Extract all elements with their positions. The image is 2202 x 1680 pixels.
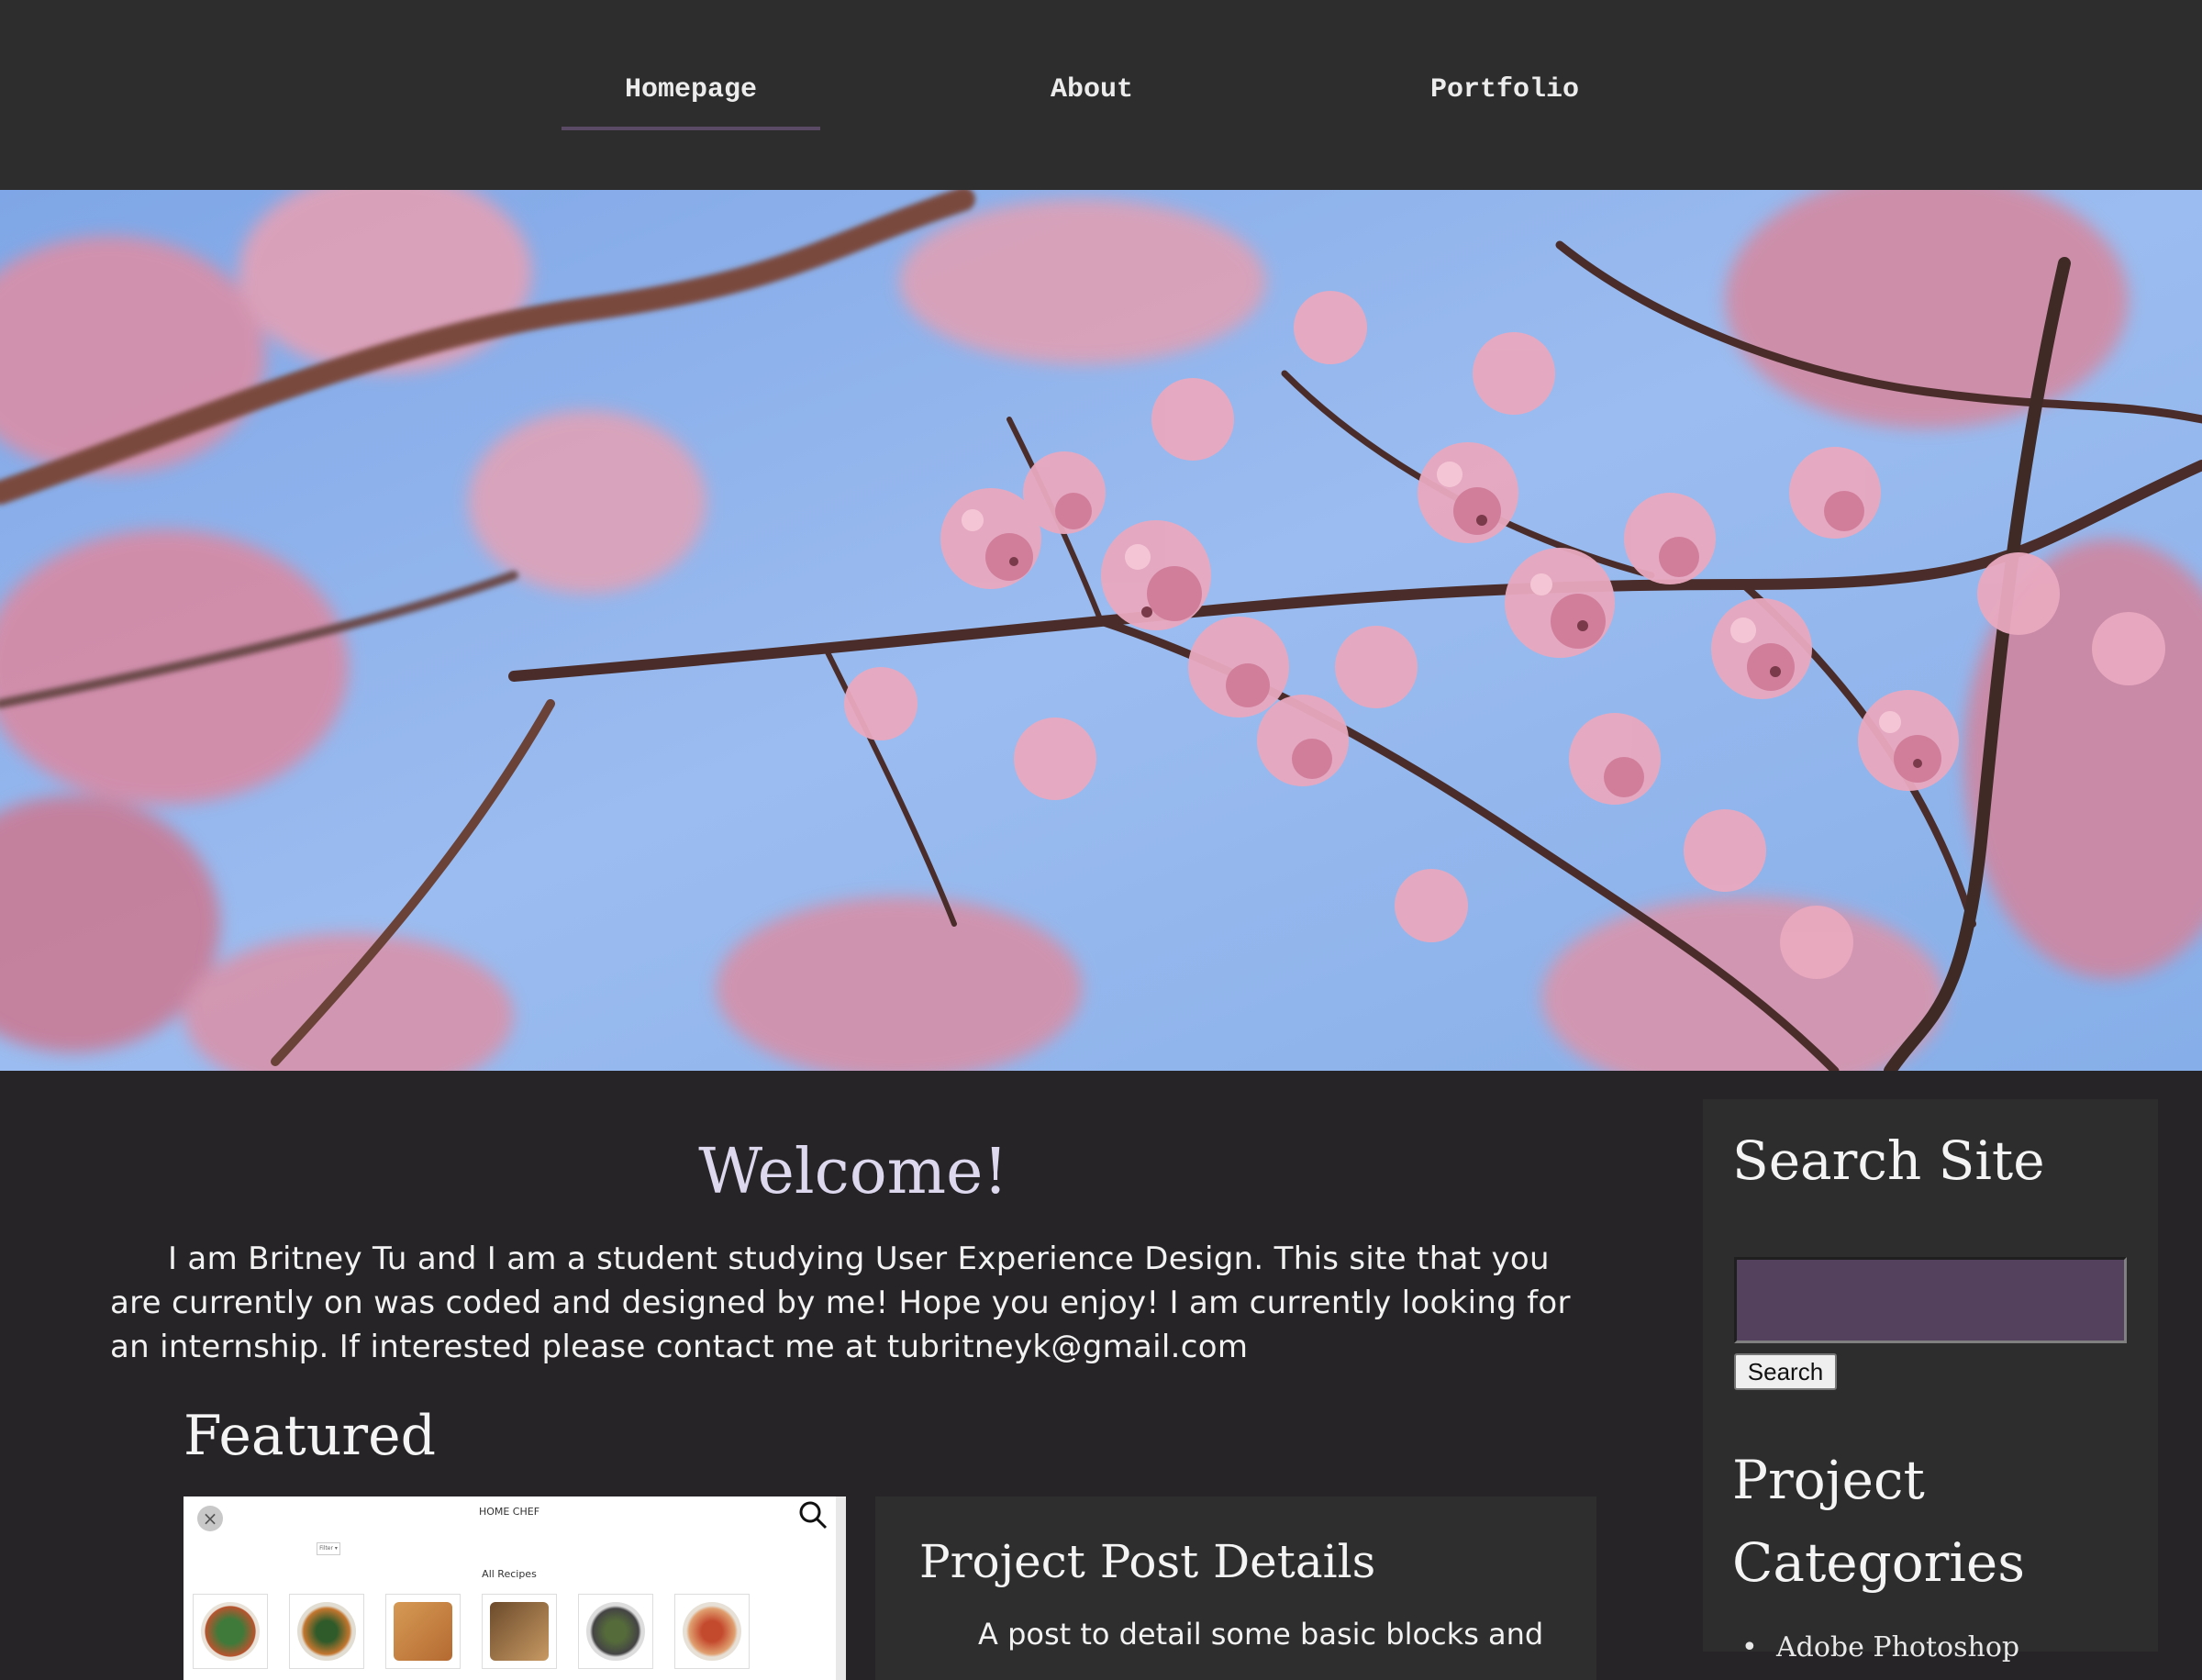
post-card-excerpt: A post to detail some basic blocks and: [978, 1617, 1544, 1652]
category-item[interactable]: Adobe Photoshop: [1741, 1631, 2019, 1663]
recipe-thumb: [482, 1594, 557, 1669]
nav-homepage[interactable]: Homepage: [562, 66, 820, 130]
thumbnail-scrollbar: [836, 1496, 846, 1680]
post-card-title[interactable]: Project Post Details: [919, 1535, 1375, 1588]
thumbnail-section-label: All Recipes: [482, 1568, 537, 1580]
intro-paragraph: I am Britney Tu and I am a student study…: [110, 1241, 1571, 1365]
recipe-thumb: [674, 1594, 750, 1669]
top-navigation: Homepage About Portfolio: [0, 0, 2202, 190]
sidebar: Search Site Search Project Categories Ad…: [1703, 1099, 2158, 1663]
featured-project-thumbnail[interactable]: × HOME CHEF Filter ▾ All Recipes: [184, 1496, 846, 1680]
search-site-heading: Search Site: [1732, 1129, 2045, 1192]
thumbnail-brand-text: HOME CHEF: [478, 1506, 540, 1518]
nav-about[interactable]: About: [963, 66, 1220, 130]
recipe-thumb: [385, 1594, 461, 1669]
search-button[interactable]: Search: [1734, 1353, 1837, 1390]
project-categories-heading: Project Categories: [1732, 1449, 2025, 1594]
thumbnail-filter-chip: Filter ▾: [317, 1542, 340, 1555]
search-input[interactable]: [1734, 1257, 2127, 1343]
welcome-title: Welcome!: [698, 1136, 1008, 1208]
featured-heading: Featured: [184, 1404, 436, 1468]
recipe-thumb: [193, 1594, 268, 1669]
search-icon: [799, 1501, 828, 1530]
nav-portfolio[interactable]: Portfolio: [1376, 66, 1633, 130]
recipe-thumb: [289, 1594, 364, 1669]
post-card[interactable]: Project Post Details A post to detail so…: [875, 1496, 1596, 1680]
hero-image-cherry-blossoms: [0, 190, 2202, 1071]
recipe-thumb: [578, 1594, 653, 1669]
